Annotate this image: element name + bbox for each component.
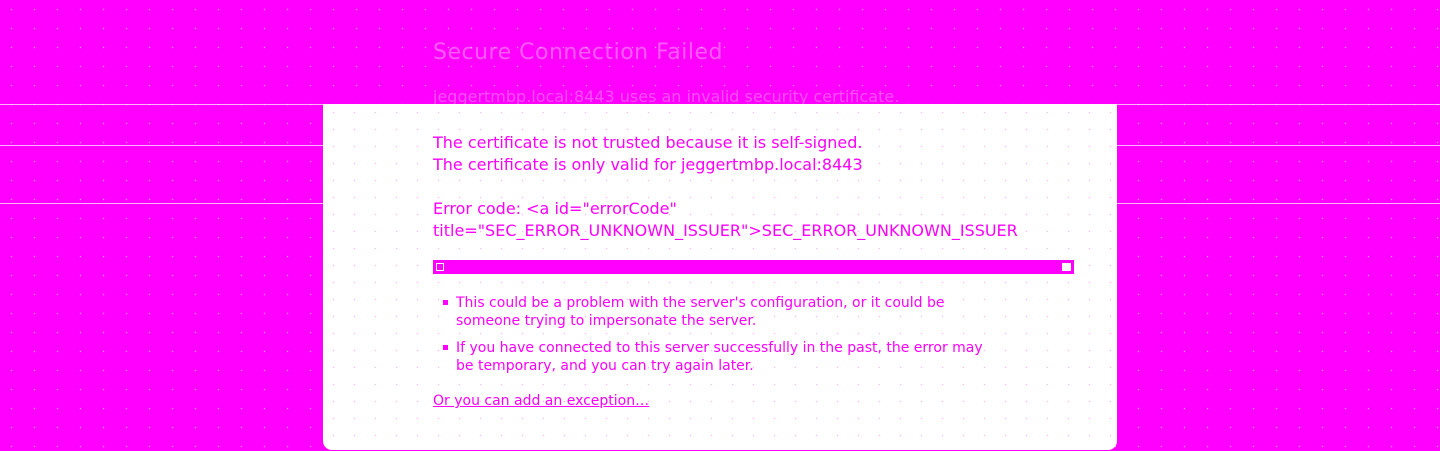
scroll-right-arrow-icon[interactable]: [1061, 262, 1072, 272]
list-item-text: This could be a problem with the server'…: [456, 295, 945, 311]
list-item-text: If you have connected to this server suc…: [456, 340, 983, 356]
error-code-line[interactable]: title="SEC_ERROR_UNKNOWN_ISSUER">SEC_ERR…: [433, 220, 1075, 242]
error-code-line: Error code: <a id="errorCode": [433, 199, 677, 218]
horizontal-scrollbar[interactable]: [433, 260, 1074, 274]
list-item-text: someone trying to impersonate the server…: [456, 313, 757, 329]
cert-error-self-signed: The certificate is not trusted because i…: [433, 133, 863, 152]
list-item: This could be a problem with the server'…: [441, 294, 1041, 330]
advice-list: This could be a problem with the server'…: [441, 294, 1041, 384]
error-page: Secure Connection Failed jeggertmbp.loca…: [0, 0, 1440, 451]
bullet-icon: [443, 300, 448, 305]
list-item: If you have connected to this server suc…: [441, 339, 1041, 375]
list-item-text: be temporary, and you can try again late…: [456, 358, 754, 374]
cert-error-domain: The certificate is only valid for jegger…: [433, 155, 863, 174]
scroll-left-arrow-icon[interactable]: [436, 263, 444, 271]
add-exception-link[interactable]: Or you can add an exception…: [433, 393, 649, 409]
bullet-icon: [443, 345, 448, 350]
page-title: Secure Connection Failed: [433, 40, 723, 65]
error-code-block: Error code: <a id="errorCode" title="SEC…: [433, 198, 1075, 242]
